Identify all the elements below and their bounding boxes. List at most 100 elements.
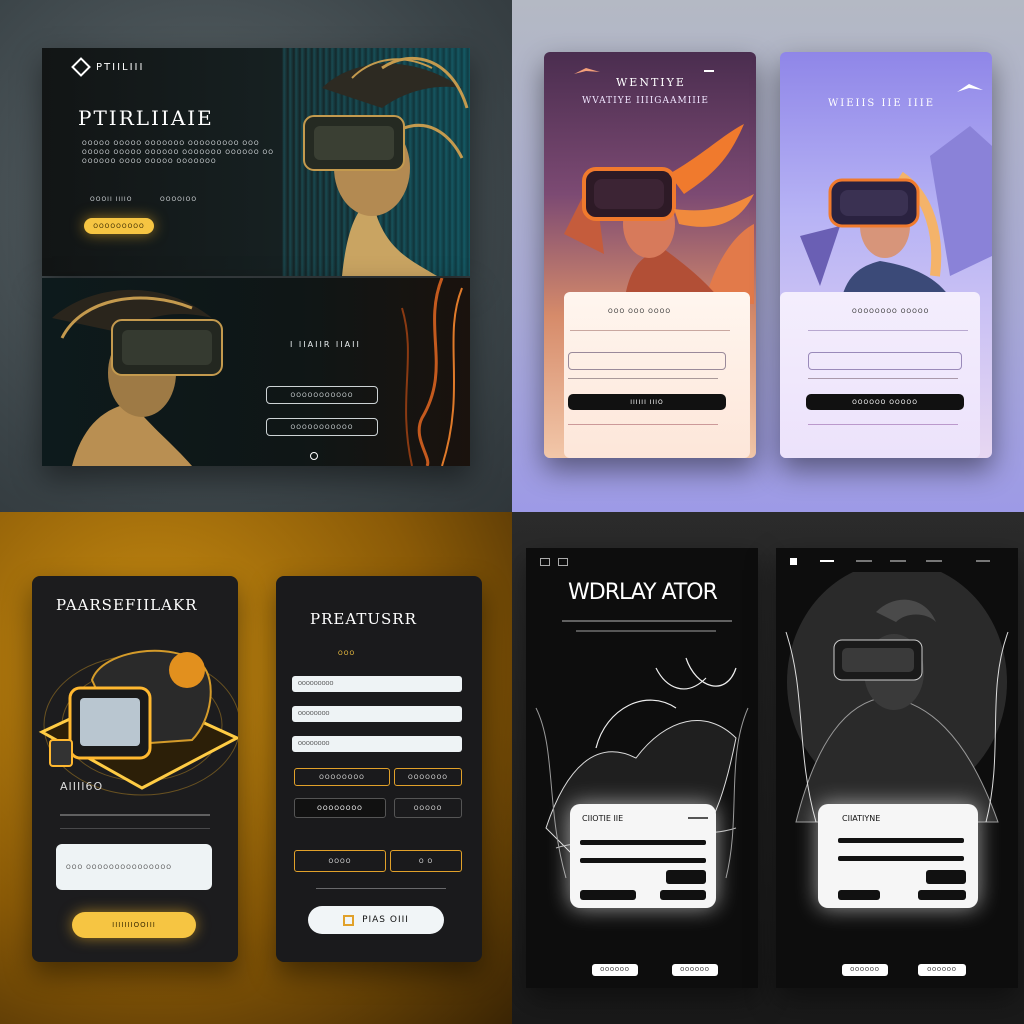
bird-icon: [957, 84, 983, 92]
pill-button-2[interactable]: OOOOOOO: [394, 768, 462, 786]
gold-right-cta-button[interactable]: PIAS OIII: [308, 906, 444, 934]
vr-headset-figure-illustration: [785, 572, 1009, 823]
gold-right-title: PREATUSRR: [310, 610, 417, 628]
gold-left-divider: [60, 814, 210, 816]
secondary-card: I IIAIIR IIAII OOOOOOOOOOO OOOOOOOOOOO: [42, 278, 470, 466]
brand-name: PTIILIII: [96, 61, 145, 73]
input-line-2[interactable]: [838, 856, 964, 861]
mono-right-form-card: CIIATIYNE: [818, 804, 978, 908]
nav-active-tab[interactable]: [820, 560, 834, 562]
hero-card: PTIILIII PTIRLIIAIE OOOOO OOOOO OOOOOOO …: [42, 48, 470, 276]
form-title: CIIOTIE IIE: [582, 814, 624, 823]
input-line-1[interactable]: [838, 838, 964, 843]
panel-pastel-mobile: WENTIYE WVATIYE IIIIGAAMIIIE OOO OOO OOO…: [512, 0, 1024, 512]
vr-headset-figure-illustration: [564, 124, 754, 304]
gold-phone-right: PREATUSRR OOO OOOOOOOOO OOOOOOOO OOOOOOO…: [276, 576, 482, 962]
menu-dash-icon[interactable]: [704, 70, 714, 72]
text-field-3[interactable]: OOOOOOOO: [292, 736, 462, 752]
input-helper-line: [568, 378, 718, 379]
gold-right-divider: [316, 888, 446, 889]
vr-headset-figure-illustration: [303, 56, 469, 276]
phone-right-form-card: OOOOOOOO OOOOO OOOOOO OOOOO: [780, 292, 980, 458]
form-button-right[interactable]: [918, 890, 966, 900]
mono-left-button-a[interactable]: OOOOOO: [592, 964, 638, 976]
secondary-button-2[interactable]: OOOOOOOOOOO: [266, 418, 378, 436]
form-footer-line: [568, 424, 718, 425]
hero-link-a[interactable]: OOOII IIIIO: [90, 196, 132, 203]
gold-left-cta-button[interactable]: IIIIIIIOOIII: [72, 912, 196, 938]
mono-right-button-a[interactable]: OOOOOO: [842, 964, 888, 976]
secondary-button-1[interactable]: OOOOOOOOOOO: [266, 386, 378, 404]
nav-tab-4[interactable]: [926, 560, 942, 562]
submit-button[interactable]: OOOOOO OOOOO: [806, 394, 964, 410]
submit-button[interactable]: IIIIII IIIO: [568, 394, 726, 410]
input-line-1[interactable]: [580, 840, 706, 845]
form-footer-line: [808, 424, 958, 425]
square-icon: [343, 914, 355, 926]
text-field-2[interactable]: OOOOOOOO: [292, 706, 462, 722]
form-button-right[interactable]: [660, 890, 706, 900]
mono-desc-line-1: [562, 620, 732, 622]
hero-desc-2: OOOOO OOOOO OOOOOO OOOOOOO OOOOOO OO: [82, 149, 274, 156]
phone-left-title-2: WVATIYE IIIIGAAMIIIE: [582, 96, 709, 106]
panel-monochrome-mobile: WDRLAY ATOR CIIOTIE IIE OOOOOO OOOOOO CI…: [512, 512, 1024, 1024]
input-field[interactable]: [568, 352, 726, 370]
text-field-1[interactable]: OOOOOOOOO: [292, 676, 462, 692]
small-dark-button[interactable]: [926, 870, 966, 884]
gold-left-divider-2: [60, 828, 210, 829]
field-label: OOOOOOOO: [298, 741, 330, 747]
phone-right: WIEIIS IIE IIIE OOOOOOOO OOOOO OOOOOO OO…: [780, 52, 992, 458]
phone-left: WENTIYE WVATIYE IIIIGAAMIIIE OOO OOO OOO…: [544, 52, 756, 458]
panel-dark-hero: PTIILIII PTIRLIIAIE OOOOO OOOOO OOOOOOO …: [0, 0, 512, 512]
mono-phone-right: CIIATIYNE OOOOOO OOOOOO: [776, 548, 1018, 988]
nav-square-icon[interactable]: [790, 558, 797, 565]
bottom-logo-icon: [310, 452, 318, 460]
form-title: OOOOOOOO OOOOO: [852, 308, 930, 315]
form-divider: [570, 330, 730, 331]
mono-left-button-b[interactable]: OOOOOO: [672, 964, 718, 976]
diamond-logo-icon: [71, 57, 91, 77]
brand-logo[interactable]: PTIILIII: [71, 57, 145, 77]
form-button-left[interactable]: [580, 890, 636, 900]
section-title: I IIAIIR IIAII: [290, 340, 361, 349]
pill-button-5[interactable]: OOOO: [294, 850, 386, 872]
input-field[interactable]: [808, 352, 962, 370]
gold-phone-left: PAARSEFIILAKR AIIII6O OOO OOOOOOOOOOOOOO…: [32, 576, 238, 962]
pill-button-3[interactable]: OOOOOOOO: [294, 798, 386, 818]
hero-link-b[interactable]: OOOOIOO: [160, 196, 197, 203]
nav-tab-5[interactable]: [976, 560, 990, 562]
pill-button-6[interactable]: O O: [390, 850, 462, 872]
form-button-left[interactable]: [838, 890, 880, 900]
hero-cta-button[interactable]: OOOOOOOOO: [84, 218, 154, 234]
vr-headset-figure-illustration-2: [52, 289, 223, 466]
nav-tab-2[interactable]: [856, 560, 872, 562]
cta-label: PIAS OIII: [362, 915, 409, 925]
window-icon-1[interactable]: [540, 558, 550, 566]
gold-input-field[interactable]: OOO OOOOOOOOOOOOOOO: [56, 844, 212, 890]
phone-left-title-1: WENTIYE: [616, 76, 686, 89]
gold-input-placeholder: OOO OOOOOOOOOOOOOOO: [66, 863, 172, 871]
gold-left-title: PAARSEFIILAKR: [56, 596, 198, 614]
input-line-2[interactable]: [580, 858, 706, 863]
mono-desc-line-2: [576, 630, 716, 632]
nav-tab-3[interactable]: [890, 560, 906, 562]
orange-tendrils-decoration: [401, 278, 463, 466]
hero-title: PTIRLIIAIE: [78, 106, 214, 130]
vr-headset-figure-illustration: [800, 126, 992, 306]
window-icon-2[interactable]: [558, 558, 568, 566]
gold-left-subtitle: AIIII6O: [60, 780, 104, 793]
mono-phone-left: WDRLAY ATOR CIIOTIE IIE OOOOOO OOOOOO: [526, 548, 758, 988]
mono-left-form-card: CIIOTIE IIE: [570, 804, 716, 908]
pill-button-1[interactable]: OOOOOOOO: [294, 768, 390, 786]
pill-button-4[interactable]: OOOOO: [394, 798, 462, 818]
panel-gold-mobile: PAARSEFIILAKR AIIII6O OOO OOOOOOOOOOOOOO…: [0, 512, 512, 1024]
form-title: CIIATIYNE: [842, 814, 881, 823]
small-dark-button[interactable]: [666, 870, 706, 884]
phone-right-title: WIEIIS IIE IIIE: [828, 98, 935, 109]
gold-right-meta: OOO: [338, 650, 356, 657]
hero-desc-1: OOOOO OOOOO OOOOOOO OOOOOOOOO OOO: [82, 140, 260, 147]
phone-left-form-card: OOO OOO OOOO IIIIII IIIO: [564, 292, 750, 458]
field-label: OOOOOOOOO: [298, 681, 334, 687]
hero-desc-3: OOOOOO OOOO OOOOO OOOOOOO: [82, 158, 217, 165]
mono-right-button-b[interactable]: OOOOOO: [918, 964, 966, 976]
